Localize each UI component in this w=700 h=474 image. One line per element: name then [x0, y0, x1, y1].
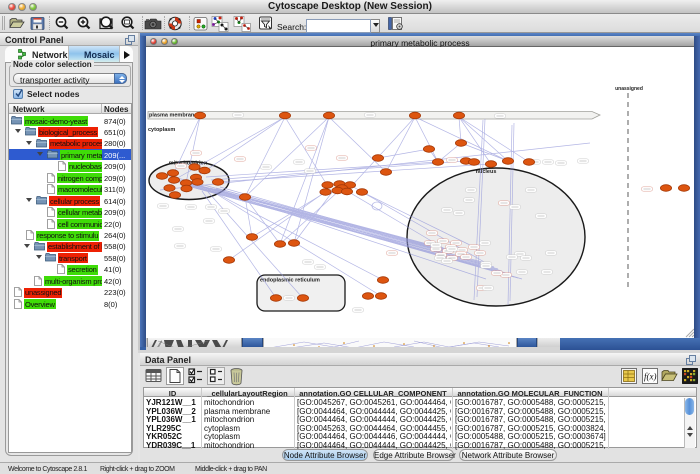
svg-text:unassigned: unassigned	[615, 86, 643, 92]
svg-text:cytoplasm: cytoplasm	[148, 127, 175, 133]
svg-text:f(x): f(x)	[644, 372, 657, 382]
svg-text:plasma membrane: plasma membrane	[149, 113, 197, 119]
svg-text:nucleus: nucleus	[476, 169, 497, 175]
svg-text:endoplasmic reticulum: endoplasmic reticulum	[260, 278, 320, 284]
svg-text:mitochondrion: mitochondrion	[169, 161, 208, 167]
